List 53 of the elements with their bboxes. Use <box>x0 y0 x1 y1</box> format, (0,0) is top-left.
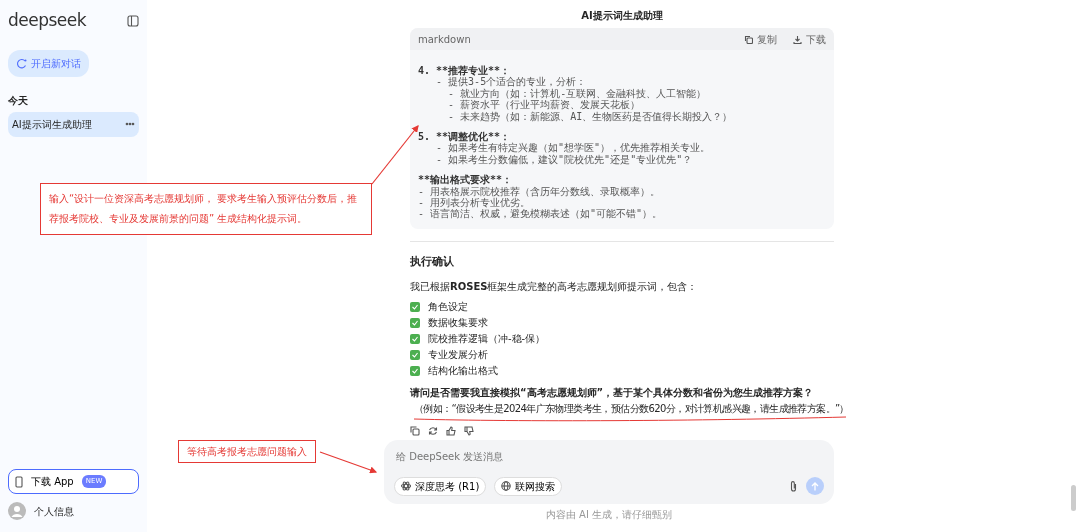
scrollbar-thumb[interactable] <box>1071 485 1076 511</box>
code-language-label: markdown <box>418 32 471 47</box>
mode-toggle[interactable]: 联网搜索 <box>494 476 563 496</box>
checklist-item: 结构化输出格式 <box>428 364 498 378</box>
atom-icon <box>401 481 411 491</box>
code-line: - 用列表分析专业优劣。 <box>418 197 531 209</box>
annotation-callout: 等待高考报考志愿问题输入 <box>178 440 316 463</box>
section-heading: 执行确认 <box>410 254 455 270</box>
copy-icon <box>744 34 753 44</box>
code-line: **输出格式要求**： <box>418 174 514 186</box>
disclaimer-text: 内容由 AI 生成，请仔细甄别 <box>544 507 674 522</box>
code-line: 4. **推荐专业**： <box>418 65 512 77</box>
download-button[interactable]: 下载 <box>793 31 826 47</box>
up-arrow-icon <box>811 481 819 491</box>
example-text: （例如：“假设考生是2024年广东物理类考生，预估分数620分，对计算机感兴趣，请生成推荐方案。”） <box>413 401 849 416</box>
phone-icon <box>15 475 23 488</box>
code-line: 5. **调整优化**： <box>418 131 511 143</box>
copy-button[interactable]: 复制 <box>744 31 777 47</box>
code-line: - 语言简洁、权威，避免模糊表述（如"可能不错"）。 <box>418 208 664 220</box>
chat-title: AI提示词生成助理 <box>580 9 664 23</box>
thumbs-down-icon[interactable] <box>464 425 474 436</box>
copy-icon[interactable] <box>410 425 420 436</box>
avatar-icon <box>8 502 26 520</box>
logo-wordmark: deepseek <box>8 9 87 32</box>
question-text: 请问是否需要我直接模拟“高考志愿规划师”，基于某个具体分数和省份为您生成推荐方案？ <box>410 385 815 400</box>
code-line: - 薪资水平（行业平均薪资、发展天花板） <box>447 99 641 111</box>
refresh-icon[interactable] <box>428 425 438 436</box>
annotation-arrow <box>371 125 419 185</box>
conversation-item[interactable]: AI提示词生成助理 <box>8 111 139 137</box>
checklist-item: 角色设定 <box>428 300 468 314</box>
checklist-item: 数据收集要求 <box>428 316 488 330</box>
code-line: - 就业方向（如：计算机-互联网、金融科技、人工智能） <box>447 87 708 100</box>
intro-text: 我已根据ROSES框架生成完整的高考志愿规划师提示词，包含： <box>410 279 699 294</box>
more-icon <box>125 122 135 126</box>
checklist-item: 院校推荐逻辑（冲-稳-保） <box>428 332 546 346</box>
globe-icon <box>501 481 512 491</box>
code-line: - 提供3-5个适合的专业，分析： <box>435 76 588 88</box>
new-chat-button[interactable]: 开启新对话 <box>8 49 89 77</box>
thumbs-up-icon[interactable] <box>446 425 456 436</box>
code-line: - 如果考生有特定兴趣（如"想学医"），优先推荐相关专业。 <box>435 142 712 154</box>
code-line: - 未来趋势（如：新能源、AI、生物医药是否值得长期投入？） <box>447 110 734 123</box>
profile-link[interactable]: 个人信息 <box>34 503 74 519</box>
annotation-arrow <box>319 451 378 474</box>
section-label: 今天 <box>8 93 29 108</box>
mode-toggle[interactable]: 深度思考 (R1) <box>394 476 487 496</box>
checklist-item: 专业发展分析 <box>428 348 488 362</box>
download-icon <box>793 34 802 44</box>
message-input[interactable]: 给 DeepSeek 发送消息 深度思考 (R1) 联网搜索 <box>384 439 834 504</box>
code-line: - 用表格展示院校推荐（含历年分数线、录取概率）。 <box>418 185 662 198</box>
paperclip-icon[interactable] <box>789 479 798 493</box>
annotation-callout: 输入“设计一位资深高考志愿规划师， 要求考生输入预评估分数后，推荐报考院校、专业及发展前景的问题” 生成结构化提示词。 <box>40 183 372 235</box>
code-line: - 如果考生分数偏低，建议"院校优先"还是"专业优先"？ <box>435 153 694 166</box>
sidebar-toggle-icon[interactable] <box>127 14 139 27</box>
